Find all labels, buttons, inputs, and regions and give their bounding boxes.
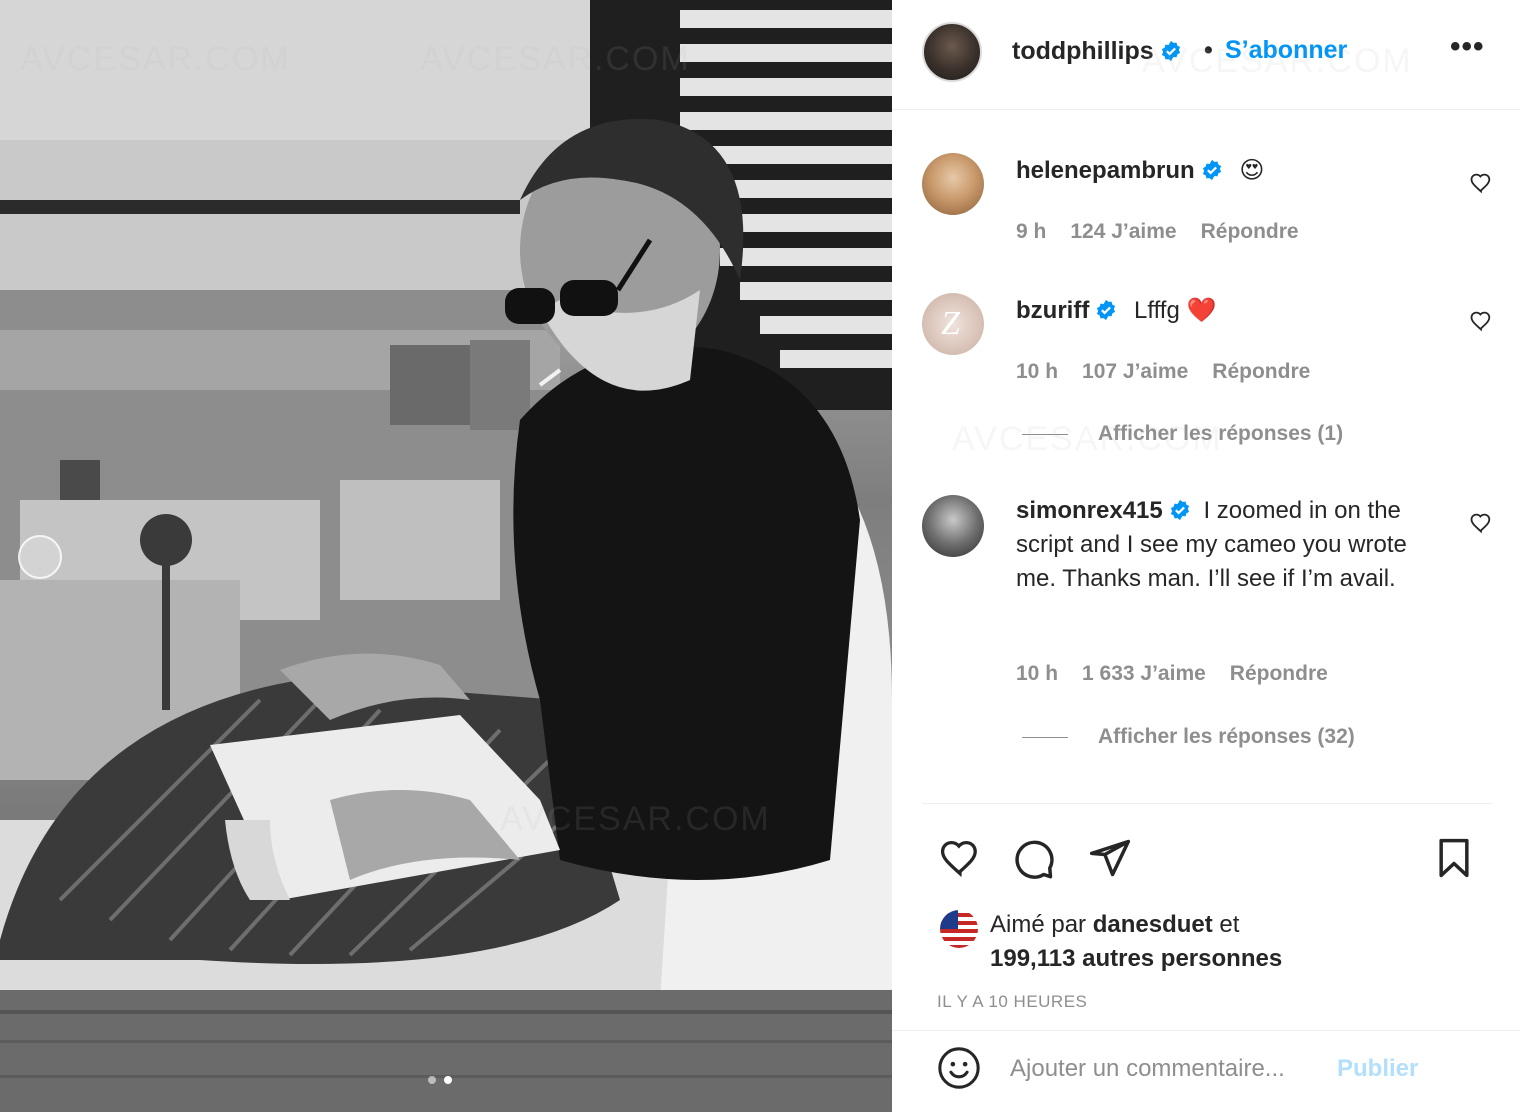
comment-input[interactable]	[1010, 1049, 1330, 1089]
view-replies-label[interactable]: Afficher les réponses (32)	[1098, 725, 1355, 749]
carousel-indicator	[428, 1076, 452, 1084]
share-icon[interactable]	[1088, 836, 1132, 880]
comment-text: Lfffg ❤️	[1133, 297, 1217, 324]
comment-body: simonrex415 I zoomed in on the script an…	[1016, 494, 1446, 596]
view-replies-button[interactable]: Afficher les réponses (32)	[1022, 725, 1355, 749]
commenter-avatar[interactable]	[922, 495, 984, 557]
comment-icon[interactable]	[1012, 836, 1056, 880]
more-options-button[interactable]: •••	[1450, 30, 1485, 64]
verified-icon	[1170, 499, 1189, 521]
bookmark-icon[interactable]	[1432, 836, 1476, 880]
commenter-username[interactable]: helenepambrun	[1016, 157, 1195, 184]
reply-button[interactable]: Répondre	[1201, 220, 1299, 244]
flag-icon	[940, 910, 978, 948]
comment-time[interactable]: 9 h	[1016, 220, 1046, 244]
carousel-dot	[428, 1076, 436, 1084]
comment-meta: 10 h 107 J’aime Répondre	[1016, 360, 1310, 384]
comment-meta: 10 h 1 633 J’aime Répondre	[1016, 662, 1328, 686]
author-avatar[interactable]	[922, 22, 982, 82]
comment-body: helenepambrun 😍	[1016, 154, 1436, 188]
view-replies-button[interactable]: Afficher les réponses (1)	[1022, 422, 1343, 446]
header-separator: •	[1204, 36, 1213, 64]
comment-likes[interactable]: 107 J’aime	[1082, 360, 1188, 384]
author-username-text[interactable]: toddphillips	[1012, 37, 1154, 65]
verified-icon	[1097, 299, 1116, 321]
author-username[interactable]: toddphillips	[1012, 37, 1182, 66]
heart-icon[interactable]	[1469, 511, 1493, 535]
post-photo[interactable]: AVCESAR.COM AVCESAR.COM AVCESAR.COM	[0, 0, 892, 1112]
carousel-dot-active	[444, 1076, 452, 1084]
comment-likes[interactable]: 1 633 J’aime	[1082, 662, 1206, 686]
avatar-letter-icon: Z	[941, 305, 960, 342]
view-replies-label[interactable]: Afficher les réponses (1)	[1098, 422, 1343, 446]
comment-time[interactable]: 10 h	[1016, 662, 1058, 686]
comment-text: 😍	[1239, 157, 1265, 184]
verified-icon	[1161, 40, 1180, 62]
commenter-username[interactable]: simonrex415	[1016, 497, 1163, 524]
post-side-panel: toddphillips • S’abonner ••• AVCESAR.COM…	[892, 0, 1520, 1112]
liked-by-joiner: et	[1219, 911, 1240, 938]
reply-button[interactable]: Répondre	[1212, 360, 1310, 384]
comment-composer: Publier	[892, 1030, 1520, 1112]
comment-time[interactable]: 10 h	[1016, 360, 1058, 384]
comment-likes[interactable]: 124 J’aime	[1070, 220, 1176, 244]
commenter-avatar[interactable]	[922, 153, 984, 215]
post-timestamp[interactable]: IL Y A 10 HEURES	[937, 992, 1087, 1012]
photo-illustration	[0, 0, 892, 1112]
actions-divider	[922, 803, 1492, 804]
publish-button[interactable]: Publier	[1337, 1055, 1418, 1083]
liked-by-avatar[interactable]	[940, 910, 978, 948]
heart-icon[interactable]	[1469, 309, 1493, 333]
commenter-avatar[interactable]: Z	[922, 293, 984, 355]
replies-divider	[1022, 433, 1068, 435]
reply-button[interactable]: Répondre	[1230, 662, 1328, 686]
liked-by-prefix: Aimé par	[990, 911, 1087, 938]
like-heart-icon[interactable]	[938, 836, 982, 880]
carousel-prev-button[interactable]	[18, 535, 62, 579]
commenter-username[interactable]: bzuriff	[1016, 297, 1089, 324]
comment-meta: 9 h 124 J’aime Répondre	[1016, 220, 1299, 244]
liked-by-user[interactable]: danesduet	[1093, 911, 1213, 938]
liked-by-text: Aimé par danesduet et 199,113 autres per…	[990, 908, 1282, 976]
post-header: toddphillips • S’abonner ••• AVCESAR.COM	[892, 0, 1520, 110]
liked-by-others[interactable]: 199,113 autres personnes	[990, 945, 1282, 972]
follow-button[interactable]: S’abonner	[1225, 36, 1347, 65]
replies-divider	[1022, 736, 1068, 738]
verified-icon	[1202, 159, 1221, 181]
comment-body: bzuriff Lfffg ❤️	[1016, 294, 1436, 328]
heart-icon[interactable]	[1469, 171, 1493, 195]
emoji-icon[interactable]	[936, 1045, 982, 1091]
